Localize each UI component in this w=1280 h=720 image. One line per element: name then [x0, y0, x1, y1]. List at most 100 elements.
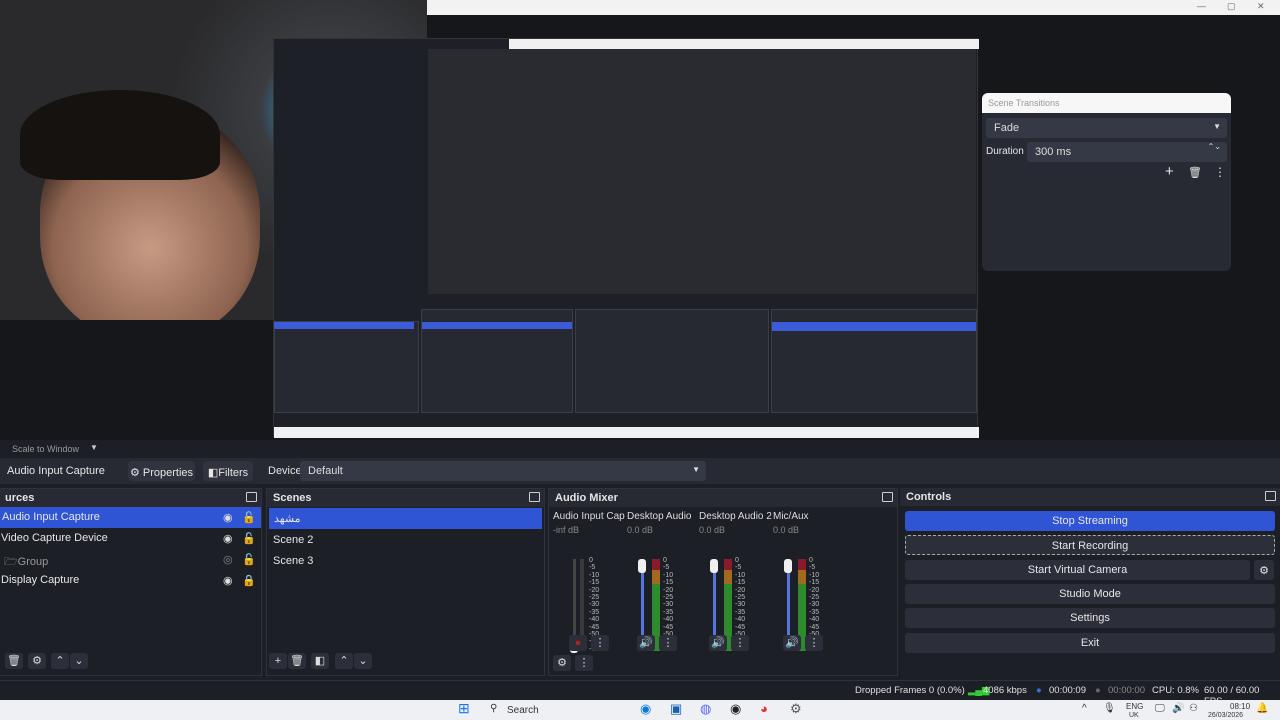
scene-item[interactable]: مشهد: [269, 508, 542, 529]
move-up-icon[interactable]: ⌃: [51, 653, 69, 669]
menu-dots-icon[interactable]: ⋮: [1214, 165, 1226, 179]
source-item[interactable]: 🗁Group ◎ 🔓: [0, 549, 261, 570]
start-recording-button[interactable]: Start Recording: [905, 535, 1275, 555]
minimize-button[interactable]: —: [1197, 1, 1206, 11]
gear-icon[interactable]: ⚙: [28, 653, 46, 669]
close-button[interactable]: ✕: [1257, 1, 1265, 12]
move-down-icon[interactable]: ⌄: [354, 653, 372, 669]
nested-preview: [273, 38, 979, 438]
speaker-icon[interactable]: 🔊: [783, 635, 801, 651]
selected-source-name: Audio Input Capture: [7, 465, 105, 477]
duration-field[interactable]: 300 ms ⌃⌄: [1027, 142, 1227, 162]
fader-knob[interactable]: [638, 559, 646, 573]
bitrate: 4086 kbps: [983, 685, 1027, 696]
scene-item[interactable]: Scene 2: [267, 530, 544, 551]
notification-icon[interactable]: 🔔: [1256, 703, 1268, 714]
region: UK: [1129, 712, 1139, 719]
context-bar: Audio Input Capture ⚙ Properties ◧Filter…: [0, 458, 1280, 484]
clock-date[interactable]: 26/03/2026: [1208, 712, 1243, 719]
studio-mode-button[interactable]: Studio Mode: [905, 584, 1275, 604]
filters-icon[interactable]: ◧: [311, 653, 329, 669]
menu-dots-icon[interactable]: ⋮: [805, 635, 823, 651]
search-icon[interactable]: ⚲: [490, 703, 497, 714]
chevron-down-icon[interactable]: ▼: [90, 443, 98, 452]
network-icon[interactable]: 🖵: [1155, 703, 1165, 714]
menu-dots-icon[interactable]: ⋮: [731, 635, 749, 651]
move-down-icon[interactable]: ⌄: [70, 653, 88, 669]
menu-dots-icon[interactable]: ⋮: [591, 635, 609, 651]
trash-icon[interactable]: 🗑: [288, 653, 306, 669]
unlock-icon[interactable]: 🔓: [242, 553, 256, 566]
fader-knob[interactable]: [784, 559, 792, 573]
source-label: Audio Input Capture: [2, 511, 100, 523]
float-icon[interactable]: [1265, 491, 1276, 501]
store-icon[interactable]: ▣: [670, 701, 682, 717]
unlock-icon[interactable]: 🔓: [242, 511, 256, 524]
menu-dots-icon[interactable]: ⋮: [659, 635, 677, 651]
source-item[interactable]: Display Capture ◉ 🔒: [0, 570, 261, 591]
add-icon[interactable]: +: [1165, 163, 1174, 180]
exit-button[interactable]: Exit: [905, 633, 1275, 653]
filters-icon: ◧: [207, 467, 219, 479]
transition-select[interactable]: Fade ▼: [986, 118, 1227, 138]
float-icon[interactable]: [529, 492, 540, 502]
eye-icon[interactable]: ◉: [223, 532, 233, 545]
speaker-icon[interactable]: 🔊: [709, 635, 727, 651]
filters-button[interactable]: ◧Filters: [203, 461, 253, 481]
trash-icon[interactable]: 🗑: [5, 653, 23, 669]
dock-title: Controls: [906, 491, 952, 503]
transition-value: Fade: [994, 122, 1020, 134]
scale-select[interactable]: Scale to Window: [12, 444, 79, 454]
discord-icon[interactable]: ◍: [700, 701, 711, 717]
trash-icon[interactable]: 🗑: [1188, 166, 1202, 179]
chrome-icon[interactable]: ◕: [760, 701, 768, 716]
maximize-button[interactable]: ▢: [1227, 1, 1236, 12]
source-item[interactable]: Audio Input Capture ◉ 🔓: [0, 507, 261, 528]
add-icon[interactable]: +: [269, 653, 287, 669]
lock-icon[interactable]: 🔒: [242, 574, 256, 587]
settings-icon[interactable]: ⚙: [790, 701, 802, 717]
float-icon[interactable]: [246, 492, 257, 502]
folder-icon: 🗁: [4, 556, 18, 568]
unlock-icon[interactable]: 🔓: [242, 532, 256, 545]
device-value: Default: [308, 465, 343, 477]
sources-dock: urces Audio Input Capture ◉ 🔓 Video Captur…: [0, 488, 262, 676]
audio-mixer-dock: Audio Mixer Audio Input Cap -inf dB 0 -5…: [548, 488, 898, 676]
status-bar: Dropped Frames 0 (0.0%) ▂▄▆ 4086 kbps ● …: [0, 680, 1280, 707]
chevron-down-icon: ▼: [692, 465, 700, 474]
scene-item[interactable]: Scene 3: [267, 551, 544, 572]
window-title-bar: — ▢ ✕: [427, 0, 1280, 15]
microphone-icon[interactable]: 🎙: [1103, 703, 1116, 714]
stop-streaming-button[interactable]: Stop Streaming: [905, 511, 1275, 531]
gear-icon[interactable]: ⚙: [553, 655, 571, 671]
eye-icon[interactable]: ◉: [223, 574, 233, 587]
volume-icon[interactable]: 🔊: [1172, 703, 1184, 714]
fader-knob[interactable]: [710, 559, 718, 573]
float-icon[interactable]: [882, 492, 893, 502]
obs-icon[interactable]: ◉: [730, 701, 741, 717]
scene-label: Scene 2: [273, 534, 314, 546]
start-virtual-camera-button[interactable]: Start Virtual Camera: [905, 560, 1250, 580]
menu-dots-icon[interactable]: ⋮: [575, 655, 593, 671]
spinner-icon[interactable]: ⌃⌄: [1208, 142, 1221, 151]
gear-icon[interactable]: ⚙: [1254, 560, 1274, 580]
chevron-up-icon[interactable]: ^: [1082, 703, 1087, 714]
speaker-icon[interactable]: 🔊: [637, 635, 655, 651]
source-item[interactable]: Video Capture Device ◉ 🔓: [0, 528, 261, 549]
duration-label: Duration: [986, 146, 1024, 157]
muted-speaker-icon[interactable]: ●: [569, 635, 587, 651]
language[interactable]: ENG: [1126, 702, 1143, 711]
record-icon: ●: [1095, 685, 1101, 696]
taskbar-search[interactable]: Search: [507, 705, 539, 716]
clock-time[interactable]: 08:10: [1230, 702, 1250, 711]
device-select[interactable]: Default ▼: [300, 461, 706, 481]
properties-button[interactable]: ⚙ Properties: [128, 461, 195, 481]
move-up-icon[interactable]: ⌃: [335, 653, 353, 669]
settings-button[interactable]: Settings: [905, 608, 1275, 628]
battery-icon[interactable]: ⚇: [1189, 703, 1198, 714]
windows-start-icon[interactable]: ⊞: [458, 700, 470, 717]
eye-icon[interactable]: ◉: [223, 511, 233, 524]
edge-icon[interactable]: ◉: [640, 701, 651, 717]
properties-label: Properties: [142, 467, 194, 479]
eye-hidden-icon[interactable]: ◎: [223, 553, 233, 566]
